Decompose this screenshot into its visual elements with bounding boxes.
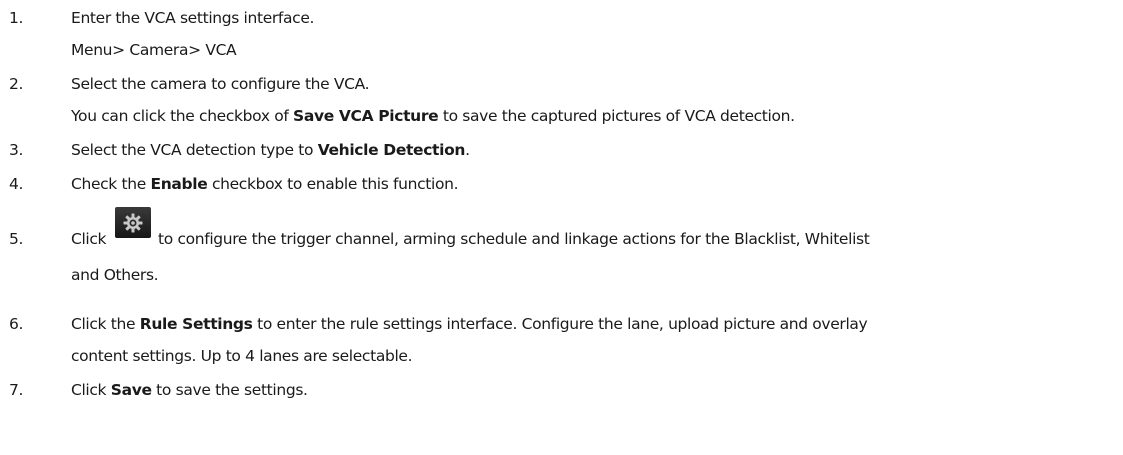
text-pre: Check the	[71, 175, 151, 193]
step-text: Click the Rule Settings to enter the rul…	[71, 314, 868, 334]
step-text-rest: to configure the trigger channel, arming…	[158, 230, 870, 248]
text-pre: Click the	[71, 315, 140, 333]
step-number: 7.	[9, 381, 24, 399]
step-text-cont: content settings. Up to 4 lanes are sele…	[71, 347, 413, 365]
step-number: 3.	[9, 141, 24, 159]
text-post: to enter the rule settings interface. Co…	[252, 315, 868, 333]
step-text: Enter the VCA settings interface.	[71, 9, 315, 27]
note-post: to save the captured pictures of VCA det…	[438, 107, 795, 125]
step-number: 6.	[9, 315, 24, 333]
step-number: 5.	[9, 230, 24, 248]
gear-icon[interactable]	[115, 207, 151, 238]
save-vca-picture-label: Save VCA Picture	[293, 107, 439, 125]
vehicle-detection-label: Vehicle Detection	[317, 141, 466, 159]
menu-path: Menu> Camera> VCA	[71, 41, 237, 59]
step-text: Click	[71, 229, 107, 249]
step-text: Click Save to save the settings.	[71, 380, 308, 400]
text-pre: Select the VCA detection type to	[71, 141, 318, 159]
enable-label: Enable	[150, 175, 208, 193]
step-note: You can click the checkbox of Save VCA P…	[71, 106, 795, 126]
step-number: 1.	[9, 9, 24, 27]
text-post: to save the settings.	[151, 381, 308, 399]
text-pre: Click	[71, 381, 111, 399]
step-number: 4.	[9, 175, 24, 193]
step-text: Check the Enable checkbox to enable this…	[71, 174, 459, 194]
step-text-cont: and Others.	[71, 266, 159, 284]
text-post: .	[465, 141, 470, 159]
save-label: Save	[110, 381, 152, 399]
text-pre: Click	[71, 230, 107, 248]
step-number: 2.	[9, 75, 24, 93]
rule-settings-label: Rule Settings	[139, 315, 253, 333]
note-pre: You can click the checkbox of	[71, 107, 294, 125]
text-post: checkbox to enable this function.	[207, 175, 459, 193]
step-text: Select the camera to configure the VCA.	[71, 75, 370, 93]
step-text: Select the VCA detection type to Vehicle…	[71, 140, 470, 160]
